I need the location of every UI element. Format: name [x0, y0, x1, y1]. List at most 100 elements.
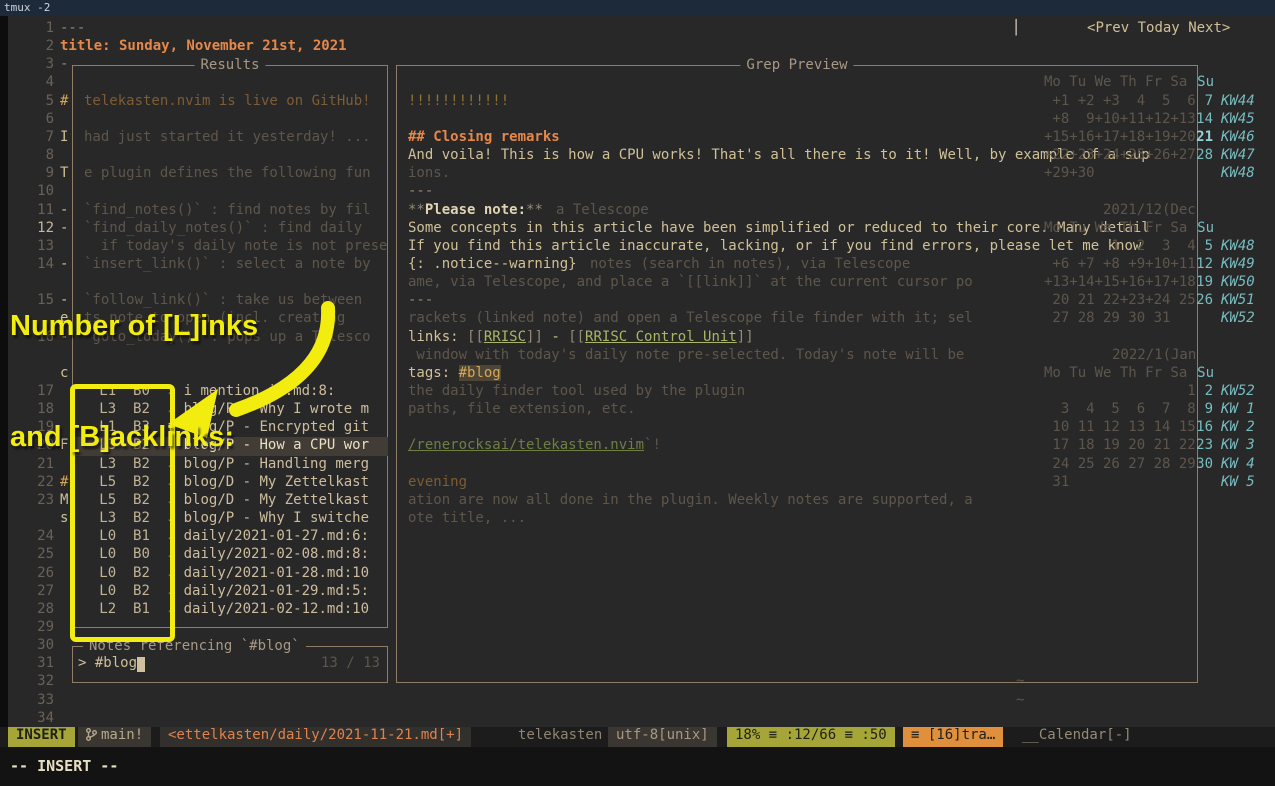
calendar-day[interactable]: 5: [1193, 238, 1213, 257]
seg-fgb: Please note:: [425, 202, 526, 218]
text-row: ame, via Telescope, and place a `[[link]…: [408, 274, 973, 293]
calendar-day-number[interactable]: 30: [1196, 456, 1213, 472]
text-row: `find_notes()` : find notes by fil: [84, 202, 371, 221]
line-number: 26: [18, 565, 54, 584]
seg-gray: -: [60, 56, 68, 72]
seg-dim: ation are now all done in the plugin. We…: [408, 492, 973, 508]
calendar-week-number: KW45: [1221, 111, 1255, 130]
line-number: 9: [18, 165, 54, 184]
seg-fg: [175, 565, 183, 581]
annotation-line-2: and [B]acklinks:: [10, 419, 258, 456]
wiki-link: RRISC: [484, 329, 526, 345]
calendar-week-days: +22+23+24+25+26+27: [1044, 147, 1196, 166]
seg-ln: 7: [46, 129, 54, 145]
empty-line-tilde: ~: [1016, 673, 1024, 689]
seg-fg: >: [1222, 20, 1230, 36]
seg-dim: Mo Tu We Th Fr Sa: [1044, 365, 1187, 381]
seg-ln: 11: [37, 202, 54, 218]
text-row: telekasten.nvim is live on GitHub!: [84, 93, 371, 112]
text-row: I: [60, 129, 68, 148]
seg-kw: KW48: [1221, 238, 1255, 254]
calendar-sunday-header: Su: [1196, 365, 1214, 384]
seg-dim: 27 28 29 30 31: [1044, 310, 1170, 326]
calendar-day-number[interactable]: 5: [1205, 238, 1213, 254]
markdown-heading: ## Closing remarks: [408, 129, 560, 145]
calendar-day[interactable]: 21: [1193, 129, 1213, 148]
seg-yellow: #: [60, 93, 68, 109]
calendar-day-number[interactable]: 21: [1196, 129, 1213, 145]
calendar-day[interactable]: 9: [1193, 401, 1213, 420]
prompt-input[interactable]: > #blog: [78, 655, 145, 674]
text-cursor: [137, 657, 145, 672]
line-number: 25: [18, 546, 54, 565]
calendar-day-number[interactable]: 23: [1196, 437, 1213, 453]
calendar-day[interactable]: 2: [1193, 383, 1213, 402]
text-row: rackets (linked note) and open a Telesco…: [408, 310, 973, 329]
seg-dimorange: telekasten.nvim is live on GitHub!: [84, 93, 371, 109]
seg-ln: 26: [37, 565, 54, 581]
calendar-day[interactable]: 12: [1193, 256, 1213, 275]
text-row: !!!!!!!!!!!!: [408, 93, 509, 112]
seg-kw: KW 3: [1221, 437, 1255, 453]
calendar-week-days: +6 +7 +8 +9+10+11: [1044, 256, 1196, 275]
seg-ln: 29: [37, 619, 54, 635]
calendar-weekday-header: Mo Tu We Th Fr Sa: [1044, 365, 1187, 384]
git-branch-icon: [86, 728, 97, 741]
annotation-line-1: Number of [L]inks: [10, 308, 258, 345]
calendar-day-number[interactable]: 19: [1196, 274, 1213, 290]
text-row: window with today's daily note pre-selec…: [408, 347, 964, 366]
seg-ln: 34: [37, 710, 54, 726]
calendar-month-label: 2022/1(Jan: [1112, 347, 1196, 366]
calendar-next-button[interactable]: Next: [1188, 20, 1222, 36]
result-label: daily/2021-02-08.md:8:: [184, 546, 369, 562]
seg-ln: 9: [46, 165, 54, 181]
calendar-day[interactable]: 16: [1193, 419, 1213, 438]
seg-ln: 4: [46, 74, 54, 90]
result-count: 13 / 13: [296, 655, 380, 674]
calendar-week-days: +13+14+15+16+17+18: [1044, 274, 1196, 293]
calendar-day-number[interactable]: 26: [1196, 292, 1213, 308]
calendar-month-label: 2021/12(Dec: [1103, 202, 1196, 221]
text-row: T: [60, 165, 68, 184]
line-number: 32: [18, 673, 54, 692]
line-number: 10: [18, 183, 54, 202]
seg-fg: Some concepts in this article have been …: [408, 220, 1150, 236]
seg-dim: 3 4 5 6 7 8: [1044, 401, 1196, 417]
calendar-day[interactable]: 7: [1193, 93, 1213, 112]
calendar-day[interactable]: 28: [1193, 147, 1213, 166]
seg-dim: +6 +7 +8 +9+10+11: [1044, 256, 1196, 272]
seg-gray: ---: [408, 183, 433, 199]
calendar-day-number[interactable]: 28: [1196, 147, 1213, 163]
calendar-day[interactable]: 26: [1193, 292, 1213, 311]
seg-fg: {: .notice--warning}: [408, 256, 577, 272]
calendar-today-button[interactable]: Today: [1138, 20, 1180, 36]
line-number: 4: [18, 74, 54, 93]
calendar-day[interactable]: 23: [1193, 437, 1213, 456]
calendar-day[interactable]: 19: [1193, 274, 1213, 293]
calendar-week-days: 10 11 12 13 14 15: [1044, 419, 1196, 438]
calendar-day-number[interactable]: 14: [1196, 111, 1213, 127]
seg-kw: KW 4: [1221, 456, 1255, 472]
seg-dim: 24 25 26 27 28 29: [1044, 456, 1196, 472]
calendar-day-number[interactable]: 12: [1196, 256, 1213, 272]
calendar-day-number[interactable]: 2: [1205, 383, 1213, 399]
filename: <ettelkasten/daily/2021-11-21.md[+]: [160, 727, 471, 747]
seg-ln: 1: [46, 20, 54, 36]
result-label: daily/2021-02-12.md:10: [184, 601, 369, 617]
calendar-day-number[interactable]: 16: [1196, 419, 1213, 435]
seg-teal: Su: [1197, 220, 1214, 236]
calendar-day[interactable]: 30: [1193, 456, 1213, 475]
seg-gray: ]]: [737, 329, 754, 345]
seg-gray: ---: [408, 292, 433, 308]
seg-dim: 10 11 12 13 14 15: [1044, 419, 1196, 435]
seg-ln: 25: [37, 546, 54, 562]
seg-dim: 31: [1044, 474, 1069, 490]
text-row: If you find this article inaccurate, lac…: [408, 238, 1141, 257]
calendar-prev-button[interactable]: Prev: [1095, 20, 1129, 36]
seg-dim: Mo Tu We Th Fr Sa: [1044, 220, 1187, 236]
calendar-day-number[interactable]: 7: [1205, 93, 1213, 109]
calendar-day[interactable]: 14: [1193, 111, 1213, 130]
seg-dim: 13 / 13: [321, 655, 380, 671]
tmux-title: tmux -2: [4, 1, 50, 14]
calendar-day-number[interactable]: 9: [1205, 401, 1213, 417]
